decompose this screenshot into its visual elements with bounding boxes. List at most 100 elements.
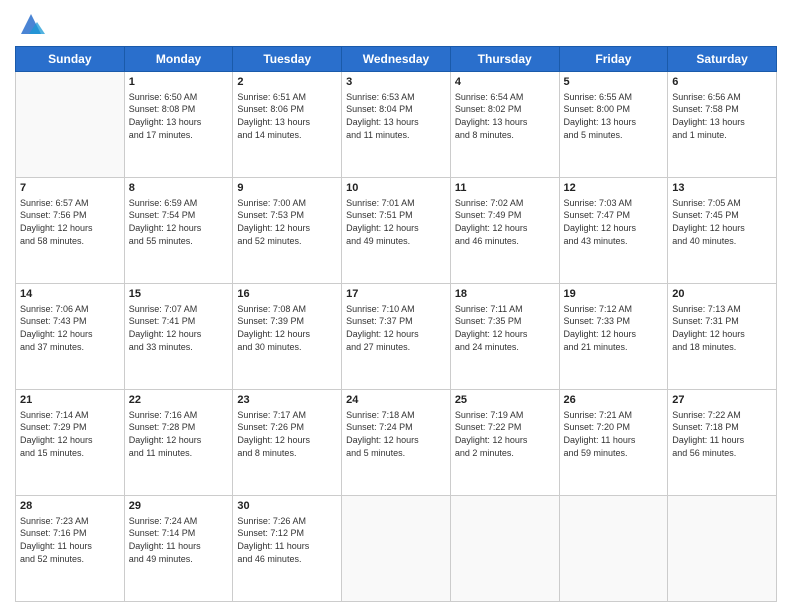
day-info: Sunrise: 7:24 AM Sunset: 7:14 PM Dayligh… [129, 515, 229, 565]
day-info: Sunrise: 7:08 AM Sunset: 7:39 PM Dayligh… [237, 303, 337, 353]
calendar-cell: 29Sunrise: 7:24 AM Sunset: 7:14 PM Dayli… [124, 496, 233, 602]
day-number: 16 [237, 287, 337, 302]
day-info: Sunrise: 7:26 AM Sunset: 7:12 PM Dayligh… [237, 515, 337, 565]
calendar-cell: 2Sunrise: 6:51 AM Sunset: 8:06 PM Daylig… [233, 72, 342, 178]
calendar-cell: 9Sunrise: 7:00 AM Sunset: 7:53 PM Daylig… [233, 178, 342, 284]
calendar-cell: 19Sunrise: 7:12 AM Sunset: 7:33 PM Dayli… [559, 284, 668, 390]
calendar-cell: 10Sunrise: 7:01 AM Sunset: 7:51 PM Dayli… [342, 178, 451, 284]
day-info: Sunrise: 6:55 AM Sunset: 8:00 PM Dayligh… [564, 91, 664, 141]
day-header-friday: Friday [559, 47, 668, 72]
day-number: 8 [129, 181, 229, 196]
day-info: Sunrise: 6:50 AM Sunset: 8:08 PM Dayligh… [129, 91, 229, 141]
day-info: Sunrise: 6:59 AM Sunset: 7:54 PM Dayligh… [129, 197, 229, 247]
day-number: 4 [455, 75, 555, 90]
calendar-cell: 12Sunrise: 7:03 AM Sunset: 7:47 PM Dayli… [559, 178, 668, 284]
day-number: 17 [346, 287, 446, 302]
calendar-week-4: 28Sunrise: 7:23 AM Sunset: 7:16 PM Dayli… [16, 496, 777, 602]
day-number: 14 [20, 287, 120, 302]
day-info: Sunrise: 6:54 AM Sunset: 8:02 PM Dayligh… [455, 91, 555, 141]
day-info: Sunrise: 7:14 AM Sunset: 7:29 PM Dayligh… [20, 409, 120, 459]
day-number: 11 [455, 181, 555, 196]
calendar-cell: 20Sunrise: 7:13 AM Sunset: 7:31 PM Dayli… [668, 284, 777, 390]
calendar-cell: 24Sunrise: 7:18 AM Sunset: 7:24 PM Dayli… [342, 390, 451, 496]
day-info: Sunrise: 7:10 AM Sunset: 7:37 PM Dayligh… [346, 303, 446, 353]
calendar-cell: 6Sunrise: 6:56 AM Sunset: 7:58 PM Daylig… [668, 72, 777, 178]
day-info: Sunrise: 7:16 AM Sunset: 7:28 PM Dayligh… [129, 409, 229, 459]
calendar-cell: 14Sunrise: 7:06 AM Sunset: 7:43 PM Dayli… [16, 284, 125, 390]
calendar-cell: 22Sunrise: 7:16 AM Sunset: 7:28 PM Dayli… [124, 390, 233, 496]
calendar-cell: 30Sunrise: 7:26 AM Sunset: 7:12 PM Dayli… [233, 496, 342, 602]
calendar-cell: 11Sunrise: 7:02 AM Sunset: 7:49 PM Dayli… [450, 178, 559, 284]
calendar-table: SundayMondayTuesdayWednesdayThursdayFrid… [15, 46, 777, 602]
day-number: 3 [346, 75, 446, 90]
day-info: Sunrise: 7:07 AM Sunset: 7:41 PM Dayligh… [129, 303, 229, 353]
day-number: 10 [346, 181, 446, 196]
day-number: 24 [346, 393, 446, 408]
calendar-week-0: 1Sunrise: 6:50 AM Sunset: 8:08 PM Daylig… [16, 72, 777, 178]
day-number: 1 [129, 75, 229, 90]
day-number: 2 [237, 75, 337, 90]
day-number: 22 [129, 393, 229, 408]
calendar-week-1: 7Sunrise: 6:57 AM Sunset: 7:56 PM Daylig… [16, 178, 777, 284]
day-info: Sunrise: 7:23 AM Sunset: 7:16 PM Dayligh… [20, 515, 120, 565]
day-info: Sunrise: 7:19 AM Sunset: 7:22 PM Dayligh… [455, 409, 555, 459]
day-number: 6 [672, 75, 772, 90]
calendar-cell: 23Sunrise: 7:17 AM Sunset: 7:26 PM Dayli… [233, 390, 342, 496]
page: SundayMondayTuesdayWednesdayThursdayFrid… [0, 0, 792, 612]
day-info: Sunrise: 7:01 AM Sunset: 7:51 PM Dayligh… [346, 197, 446, 247]
day-number: 28 [20, 499, 120, 514]
logo-icon [17, 10, 45, 38]
day-number: 25 [455, 393, 555, 408]
day-header-sunday: Sunday [16, 47, 125, 72]
calendar-cell: 5Sunrise: 6:55 AM Sunset: 8:00 PM Daylig… [559, 72, 668, 178]
day-info: Sunrise: 7:06 AM Sunset: 7:43 PM Dayligh… [20, 303, 120, 353]
calendar-cell: 8Sunrise: 6:59 AM Sunset: 7:54 PM Daylig… [124, 178, 233, 284]
calendar-week-2: 14Sunrise: 7:06 AM Sunset: 7:43 PM Dayli… [16, 284, 777, 390]
calendar-cell: 16Sunrise: 7:08 AM Sunset: 7:39 PM Dayli… [233, 284, 342, 390]
day-header-monday: Monday [124, 47, 233, 72]
day-info: Sunrise: 6:51 AM Sunset: 8:06 PM Dayligh… [237, 91, 337, 141]
calendar-cell: 1Sunrise: 6:50 AM Sunset: 8:08 PM Daylig… [124, 72, 233, 178]
day-header-saturday: Saturday [668, 47, 777, 72]
calendar-cell: 25Sunrise: 7:19 AM Sunset: 7:22 PM Dayli… [450, 390, 559, 496]
calendar-cell [450, 496, 559, 602]
day-info: Sunrise: 7:11 AM Sunset: 7:35 PM Dayligh… [455, 303, 555, 353]
calendar-cell: 7Sunrise: 6:57 AM Sunset: 7:56 PM Daylig… [16, 178, 125, 284]
calendar-cell: 21Sunrise: 7:14 AM Sunset: 7:29 PM Dayli… [16, 390, 125, 496]
calendar-cell: 17Sunrise: 7:10 AM Sunset: 7:37 PM Dayli… [342, 284, 451, 390]
day-number: 12 [564, 181, 664, 196]
day-info: Sunrise: 7:03 AM Sunset: 7:47 PM Dayligh… [564, 197, 664, 247]
day-info: Sunrise: 7:12 AM Sunset: 7:33 PM Dayligh… [564, 303, 664, 353]
calendar-cell: 15Sunrise: 7:07 AM Sunset: 7:41 PM Dayli… [124, 284, 233, 390]
logo [15, 10, 45, 38]
calendar-week-3: 21Sunrise: 7:14 AM Sunset: 7:29 PM Dayli… [16, 390, 777, 496]
day-header-tuesday: Tuesday [233, 47, 342, 72]
calendar-cell: 13Sunrise: 7:05 AM Sunset: 7:45 PM Dayli… [668, 178, 777, 284]
calendar-header-row: SundayMondayTuesdayWednesdayThursdayFrid… [16, 47, 777, 72]
header [15, 10, 777, 38]
day-number: 30 [237, 499, 337, 514]
day-info: Sunrise: 6:56 AM Sunset: 7:58 PM Dayligh… [672, 91, 772, 141]
day-number: 21 [20, 393, 120, 408]
calendar-cell: 4Sunrise: 6:54 AM Sunset: 8:02 PM Daylig… [450, 72, 559, 178]
calendar-cell: 3Sunrise: 6:53 AM Sunset: 8:04 PM Daylig… [342, 72, 451, 178]
day-number: 23 [237, 393, 337, 408]
day-number: 5 [564, 75, 664, 90]
calendar-cell: 27Sunrise: 7:22 AM Sunset: 7:18 PM Dayli… [668, 390, 777, 496]
day-header-thursday: Thursday [450, 47, 559, 72]
day-info: Sunrise: 7:17 AM Sunset: 7:26 PM Dayligh… [237, 409, 337, 459]
day-number: 15 [129, 287, 229, 302]
day-info: Sunrise: 6:57 AM Sunset: 7:56 PM Dayligh… [20, 197, 120, 247]
calendar-cell: 28Sunrise: 7:23 AM Sunset: 7:16 PM Dayli… [16, 496, 125, 602]
day-header-wednesday: Wednesday [342, 47, 451, 72]
day-number: 13 [672, 181, 772, 196]
day-info: Sunrise: 7:22 AM Sunset: 7:18 PM Dayligh… [672, 409, 772, 459]
calendar-cell [16, 72, 125, 178]
day-info: Sunrise: 6:53 AM Sunset: 8:04 PM Dayligh… [346, 91, 446, 141]
day-number: 20 [672, 287, 772, 302]
calendar-cell [668, 496, 777, 602]
day-info: Sunrise: 7:21 AM Sunset: 7:20 PM Dayligh… [564, 409, 664, 459]
day-number: 27 [672, 393, 772, 408]
day-number: 7 [20, 181, 120, 196]
calendar-cell: 26Sunrise: 7:21 AM Sunset: 7:20 PM Dayli… [559, 390, 668, 496]
